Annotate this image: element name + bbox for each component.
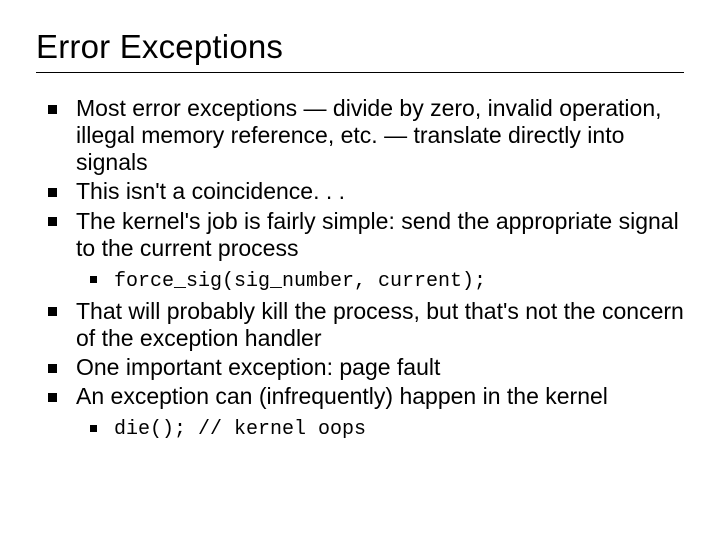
slide-title: Error Exceptions [36,28,684,66]
bullet-text: One important exception: page fault [76,354,440,380]
list-item: This isn't a coincidence. . . [36,178,684,205]
title-rule [36,72,684,73]
slide: Error Exceptions Most error exceptions —… [0,0,720,540]
bullet-text: An exception can (infrequently) happen i… [76,383,608,409]
code-text: die(); // kernel oops [114,418,366,441]
list-item: An exception can (infrequently) happen i… [36,383,684,442]
list-item: force_sig(sig_number, current); [76,268,684,294]
list-item: Most error exceptions — divide by zero, … [36,95,684,176]
bullet-text: This isn't a coincidence. . . [76,178,345,204]
list-item: die(); // kernel oops [76,416,684,442]
sub-bullet-list: force_sig(sig_number, current); [76,268,684,294]
bullet-text: Most error exceptions — divide by zero, … [76,95,662,175]
list-item: That will probably kill the process, but… [36,298,684,352]
bullet-list: Most error exceptions — divide by zero, … [36,95,684,442]
list-item: One important exception: page fault [36,354,684,381]
list-item: The kernel's job is fairly simple: send … [36,208,684,294]
bullet-text: That will probably kill the process, but… [76,298,684,351]
bullet-text: The kernel's job is fairly simple: send … [76,208,679,261]
code-text: force_sig(sig_number, current); [114,270,486,293]
sub-bullet-list: die(); // kernel oops [76,416,684,442]
